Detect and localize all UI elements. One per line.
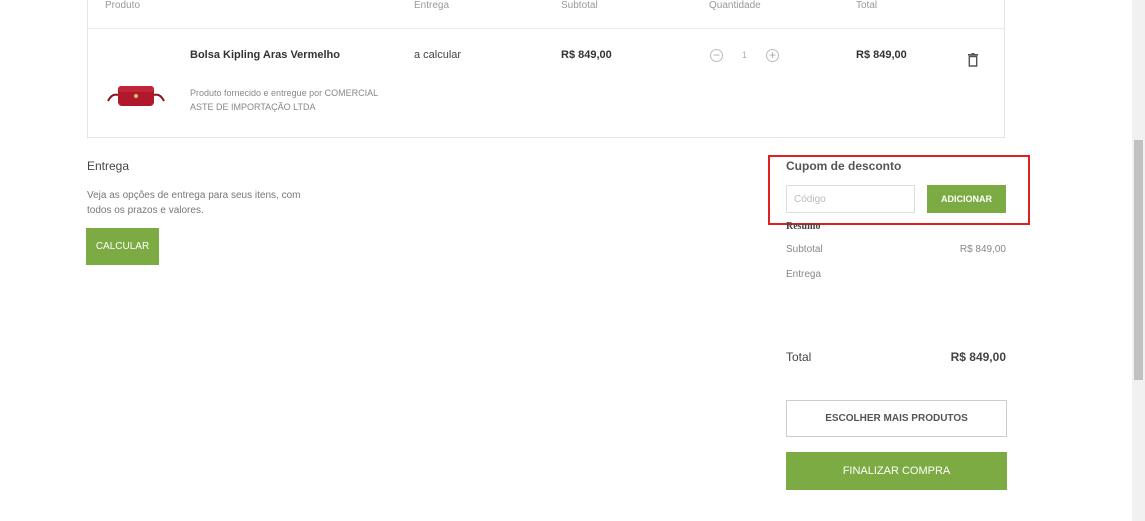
coupon-code-input[interactable] [786, 185, 915, 213]
coupon-title: Cupom de desconto [786, 159, 902, 173]
header-subtotal: Subtotal [561, 0, 598, 11]
plus-circle-icon[interactable]: + [766, 49, 779, 62]
item-subtotal: R$ 849,00 [561, 49, 612, 61]
choose-more-products-button[interactable]: ESCOLHER MAIS PRODUTOS [786, 400, 1007, 437]
header-total: Total [856, 0, 878, 11]
resumo-title: Resumo [786, 221, 821, 231]
seller-info: Produto fornecido e entregue por COMERCI… [190, 88, 378, 112]
header-divider [88, 28, 1005, 29]
trash-icon[interactable] [968, 53, 978, 67]
summary-subtotal-value: R$ 849,00 [959, 244, 1006, 255]
header-entrega: Entrega [414, 0, 450, 11]
header-produto: Produto [105, 0, 141, 11]
product-image[interactable] [104, 81, 168, 111]
finish-purchase-button[interactable]: FINALIZAR COMPRA [786, 452, 1007, 490]
entrega-description: Veja as opções de entrega para seus iten… [87, 190, 301, 216]
summary-entrega-label: Entrega [786, 269, 822, 280]
cart-table [87, 0, 1005, 138]
item-total: R$ 849,00 [856, 49, 907, 61]
minus-circle-icon[interactable]: − [710, 49, 723, 62]
entrega-title: Entrega [87, 159, 130, 173]
calcular-button[interactable]: CALCULAR [86, 228, 159, 265]
scrollbar-thumb[interactable] [1134, 140, 1143, 380]
product-name[interactable]: Bolsa Kipling Aras Vermelho [190, 49, 340, 61]
quantity-value: 1 [742, 50, 748, 60]
add-coupon-button[interactable]: ADICIONAR [927, 185, 1006, 213]
summary-total-label: Total [786, 350, 812, 364]
header-quantidade: Quantidade [709, 0, 761, 11]
item-entrega: a calcular [414, 49, 462, 61]
summary-total-value: R$ 849,00 [950, 350, 1006, 364]
summary-subtotal-label: Subtotal [786, 244, 823, 255]
